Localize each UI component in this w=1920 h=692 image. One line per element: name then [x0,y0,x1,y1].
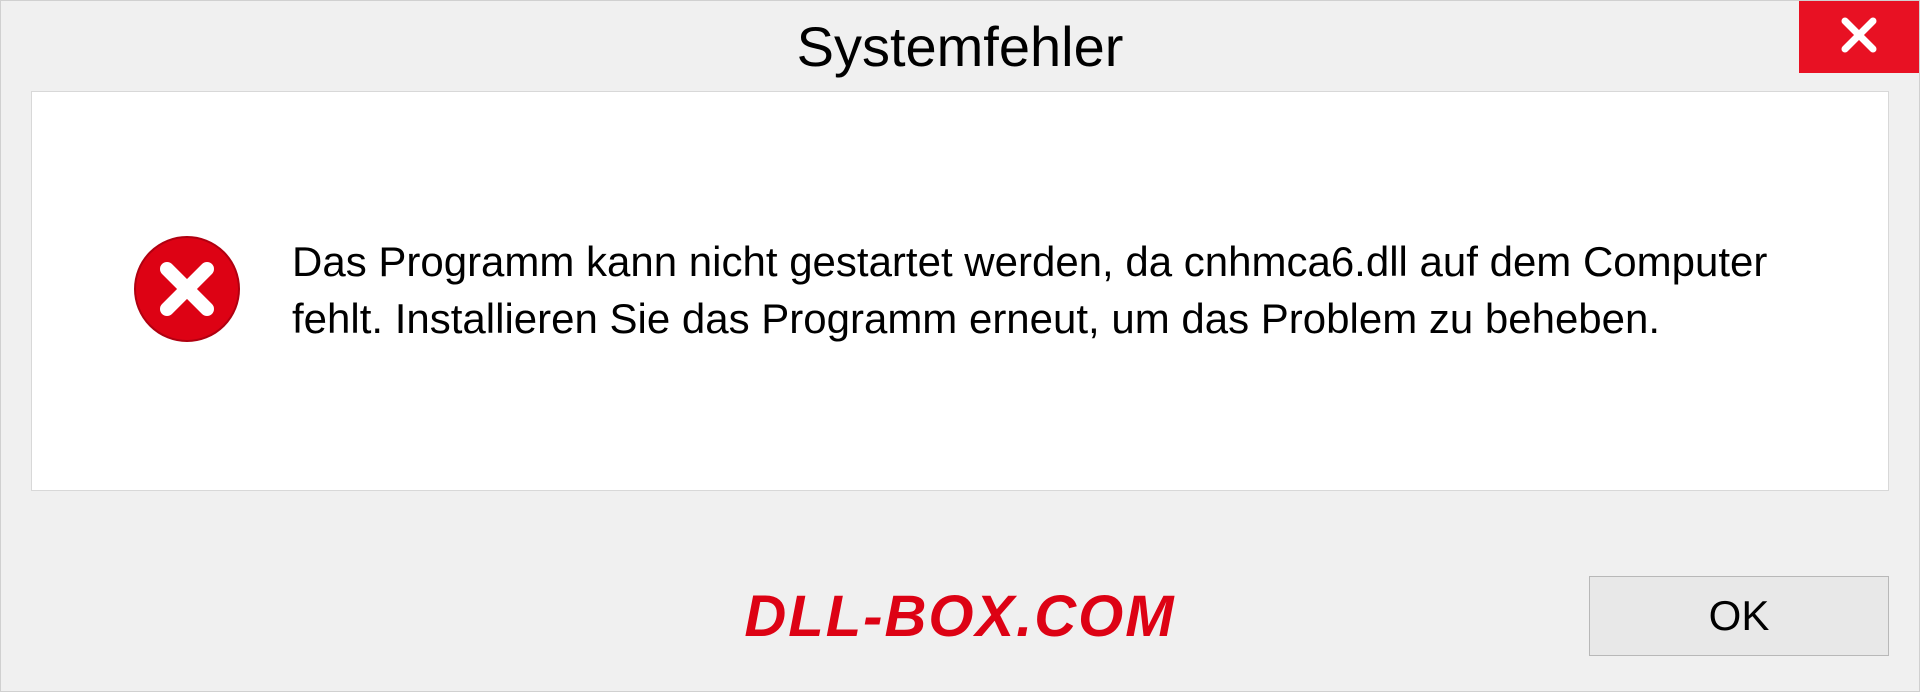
content-panel: Das Programm kann nicht gestartet werden… [31,91,1889,491]
close-button[interactable] [1799,1,1919,73]
footer: DLL-BOX.COM OK [31,566,1889,666]
titlebar: Systemfehler [1,1,1919,91]
watermark-text: DLL-BOX.COM [744,583,1175,650]
error-message: Das Programm kann nicht gestartet werden… [292,234,1838,347]
close-icon [1839,15,1879,60]
error-icon [132,234,242,349]
dialog-title: Systemfehler [797,14,1124,79]
ok-button[interactable]: OK [1589,576,1889,656]
